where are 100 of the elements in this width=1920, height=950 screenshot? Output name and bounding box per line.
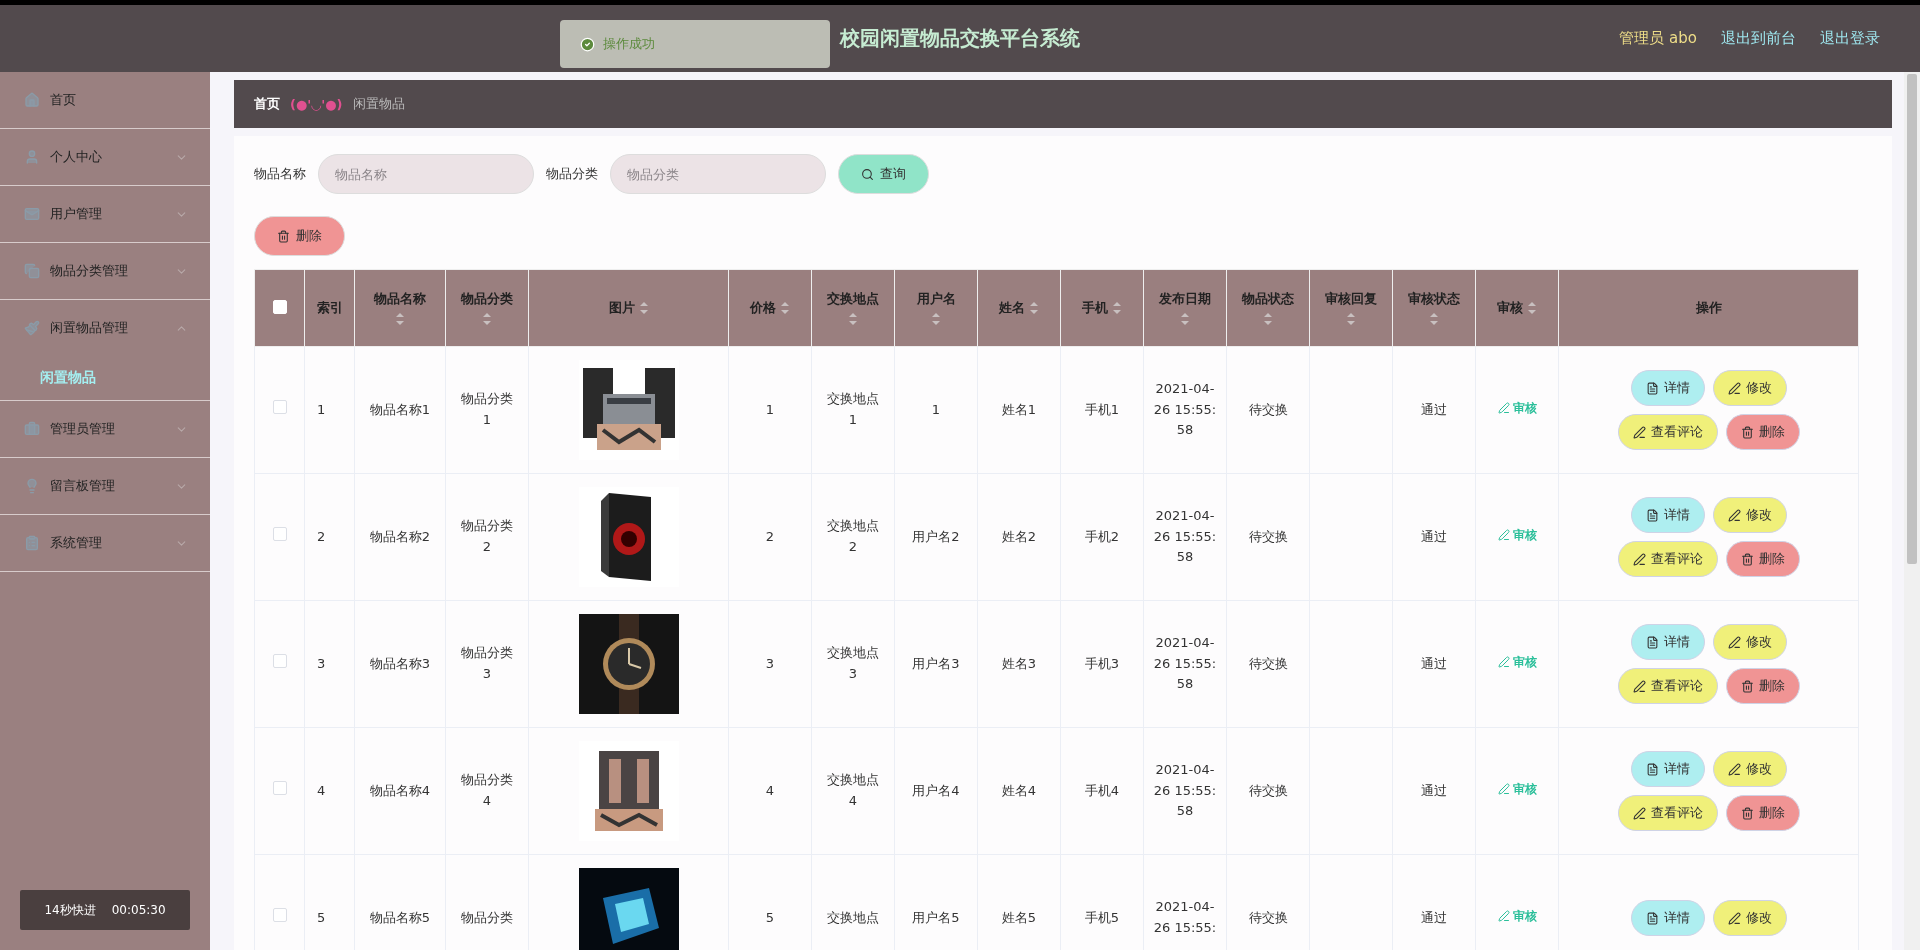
table-cell: 姓名2 [977,473,1061,601]
row-checkbox[interactable] [272,399,287,414]
table-cell: 物品分类4 [445,727,529,855]
table-cell: 交换地点2 [811,473,895,601]
detail-button[interactable]: 详情 [1630,370,1705,406]
table-cell: 3 [728,600,812,728]
row-checkbox[interactable] [272,907,287,922]
scrollbar[interactable] [1904,72,1920,950]
sidebar-subitem[interactable]: 闲置物品 [0,356,210,400]
app-title: 校园闲置物品交换平台系统 [840,25,1080,52]
pencil-icon [1632,679,1646,693]
pencil-icon [1632,552,1646,566]
sort-icon[interactable] [482,312,492,326]
review-link[interactable]: 审核 [1497,779,1537,799]
column-header[interactable]: 物品分类 [445,269,529,347]
column-header[interactable]: 审核回复 [1309,269,1393,347]
sort-icon[interactable] [1263,312,1273,326]
sort-icon[interactable] [1029,301,1039,315]
table-cell: 1 [728,346,812,474]
column-header[interactable]: 图片 [528,269,729,347]
header-link[interactable]: 退出到前台 [1721,29,1796,48]
detail-button[interactable]: 详情 [1630,624,1705,660]
sort-icon[interactable] [848,312,858,326]
trash-icon [277,229,290,243]
comments-button[interactable]: 查看评论 [1617,541,1718,577]
edit-button[interactable]: 修改 [1712,497,1787,533]
table-cell: 3 [304,600,355,728]
edit-button[interactable]: 修改 [1712,370,1787,406]
sidebar-item[interactable]: 个人中心 [0,129,210,185]
column-header[interactable]: 价格 [728,269,812,347]
edit-button[interactable]: 修改 [1712,751,1787,787]
column-header[interactable]: 发布日期 [1143,269,1227,347]
delete-button[interactable]: 删除 [1725,795,1800,831]
comments-button[interactable]: 查看评论 [1617,414,1718,450]
sort-icon[interactable] [780,301,790,315]
sidebar-item[interactable]: 物品分类管理 [0,243,210,299]
sort-icon[interactable] [395,312,405,326]
document-icon [1645,635,1659,649]
comments-button[interactable]: 查看评论 [1617,795,1718,831]
sidebar-item[interactable]: 首页 [0,72,210,128]
column-header[interactable]: 交换地点 [811,269,895,347]
review-link[interactable]: 审核 [1497,906,1537,926]
search-field[interactable]: 物品名称 [318,154,534,194]
sidebar-item[interactable]: 闲置物品管理 [0,300,210,356]
review-link[interactable]: 审核 [1497,525,1537,545]
table-cell: 姓名4 [977,727,1061,855]
table-cell: 待交换 [1226,727,1310,855]
copy-icon [24,263,40,279]
review-link[interactable]: 审核 [1497,652,1537,672]
search-button[interactable]: 查询 [838,154,929,194]
pencil-icon [1727,635,1741,649]
edit-button[interactable]: 修改 [1712,624,1787,660]
table-cell: 通过 [1392,346,1476,474]
detail-button[interactable]: 详情 [1630,497,1705,533]
sidebar-item[interactable]: 留言板管理 [0,458,210,514]
column-header[interactable]: 审核状态 [1392,269,1476,347]
search-field[interactable]: 物品分类 [610,154,826,194]
sidebar-item[interactable]: 管理员管理 [0,401,210,457]
sort-icon[interactable] [931,312,941,326]
sort-icon[interactable] [1527,301,1537,315]
column-header[interactable]: 手机 [1060,269,1144,347]
detail-button[interactable]: 详情 [1630,900,1705,936]
row-checkbox[interactable] [272,653,287,668]
sort-icon[interactable] [638,301,649,315]
sort-icon[interactable] [1180,312,1190,326]
document-icon [1645,508,1659,522]
column-header[interactable]: 物品名称 [354,269,446,347]
review-link[interactable]: 审核 [1497,398,1537,418]
row-checkbox[interactable] [272,526,287,541]
delete-button[interactable]: 删除 [1725,541,1800,577]
sort-icon[interactable] [1429,312,1439,326]
column-header: 操作 [1558,269,1859,347]
trash-icon [1740,425,1754,439]
table-cell: 用户名4 [894,727,978,855]
sidebar-item[interactable]: 用户管理 [0,186,210,242]
column-header[interactable]: 审核 [1475,269,1559,347]
user-label: 管理员 abo [1619,29,1697,48]
sidebar-item[interactable]: 系统管理 [0,515,210,571]
column-header[interactable]: 姓名 [977,269,1061,347]
table-cell: 2 [304,473,355,601]
delete-button[interactable]: 删除 [1725,668,1800,704]
column-header[interactable]: 用户名 [894,269,978,347]
row-checkbox[interactable] [272,780,287,795]
comments-button[interactable]: 查看评论 [1617,668,1718,704]
delete-button[interactable]: 删除 [254,216,345,256]
table-cell: 交换地点1 [811,346,895,474]
header-link[interactable]: 退出登录 [1820,29,1880,48]
pencil-icon [1727,508,1741,522]
select-all-checkbox[interactable] [272,299,287,314]
detail-button[interactable]: 详情 [1630,751,1705,787]
table-cell: 物品分类1 [445,346,529,474]
sort-icon[interactable] [1346,312,1356,326]
breadcrumb-home[interactable]: 首页 [254,95,280,113]
table-cell: 手机2 [1060,473,1144,601]
column-header[interactable]: 物品状态 [1226,269,1310,347]
table-cell: 1 [304,346,355,474]
breadcrumb-separator: (●'◡'●) [290,96,343,112]
delete-button[interactable]: 删除 [1725,414,1800,450]
edit-button[interactable]: 修改 [1712,900,1787,936]
sort-icon[interactable] [1112,301,1122,315]
